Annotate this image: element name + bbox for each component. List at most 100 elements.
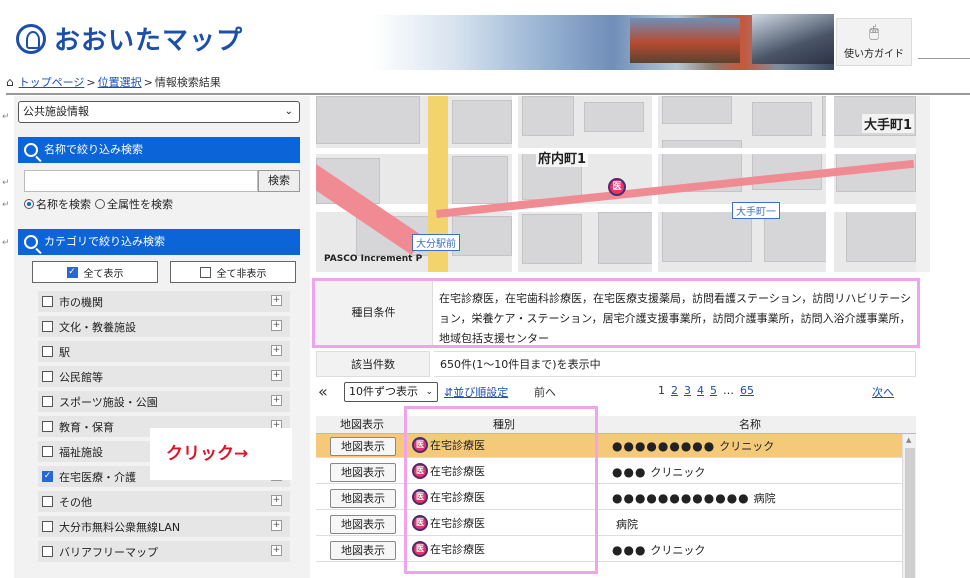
checkbox-icon[interactable] — [42, 496, 53, 507]
search-icon — [24, 235, 38, 249]
expand-plus-icon[interactable]: + — [271, 345, 282, 356]
search-icon — [24, 143, 38, 157]
expand-plus-icon[interactable]: + — [271, 320, 282, 331]
click-callout: クリック→ — [150, 428, 292, 480]
name-redacted: ●●●●●●●●●●●● — [612, 491, 750, 505]
category-search-header: カテゴリで絞り込み検索 — [18, 229, 300, 255]
first-page-icon[interactable]: « — [318, 382, 328, 401]
checkbox-icon[interactable] — [42, 321, 53, 332]
name-search-header: 名称で絞り込み検索 — [18, 137, 300, 163]
per-page-value: 10件ずつ表示 — [349, 385, 418, 398]
show-all-label: 全て表示 — [83, 268, 124, 280]
name-cell: ●●●●●●●●●●●● 病院 — [612, 490, 776, 506]
checkbox-icon: ✓ — [66, 266, 78, 278]
name-search-input[interactable] — [24, 170, 258, 192]
category-item[interactable]: バリアフリーマップ + — [38, 541, 290, 562]
show-on-map-button[interactable]: 地図表示 — [330, 515, 396, 534]
facility-type-select[interactable]: 公共施設情報 ⌄ — [18, 101, 300, 123]
show-all-button[interactable]: ✓ 全て表示 — [32, 261, 158, 283]
site-header: おおいたマップ 🖱 使い方ガイド — [0, 0, 970, 72]
banner-temple-photo — [630, 18, 740, 63]
guide-button[interactable]: 🖱 使い方ガイド — [836, 18, 912, 66]
checkbox-icon[interactable] — [42, 346, 53, 357]
expand-plus-icon[interactable]: + — [271, 370, 282, 381]
breadcrumb-location-link[interactable]: 位置選択 — [98, 74, 142, 90]
name-suffix: クリニック — [650, 466, 706, 479]
hits-label: 該当件数 — [316, 351, 430, 377]
category-item[interactable]: 市の機関 + — [38, 291, 290, 312]
map-scrollbar[interactable] — [916, 96, 930, 272]
breadcrumb: ⌂ トップページ > 位置選択 > 情報検索結果 — [6, 74, 221, 90]
expand-plus-icon[interactable]: + — [271, 545, 282, 556]
conditions-label: 種目条件 — [315, 281, 433, 345]
name-suffix: クリニック — [650, 544, 706, 557]
category-item[interactable]: 駅 + — [38, 341, 290, 362]
name-cell: 病院 — [612, 516, 638, 532]
search-button[interactable]: 検索 — [258, 170, 300, 192]
category-item[interactable]: 大分市無料公衆無線LAN + — [38, 516, 290, 537]
checkbox-icon[interactable] — [42, 421, 53, 432]
checkbox-icon[interactable] — [42, 521, 53, 532]
category-label: その他 — [59, 495, 92, 509]
checkbox-icon[interactable] — [42, 396, 53, 407]
page-number-link[interactable]: 3 — [684, 384, 691, 397]
page-number-link[interactable]: 4 — [697, 384, 704, 397]
page-number-link[interactable]: 65 — [740, 384, 754, 397]
search-mode-radios: 名称を検索 全属性を検索 — [24, 196, 173, 212]
category-label: バリアフリーマップ — [59, 545, 158, 559]
chevron-down-icon: ⌄ — [284, 106, 293, 117]
expand-plus-icon[interactable]: + — [271, 395, 282, 406]
map-label-funaimachi: 府内町1 — [536, 148, 589, 167]
checkbox-icon[interactable] — [42, 296, 53, 307]
category-item[interactable]: その他 + — [38, 491, 290, 512]
checkbox-icon[interactable]: ✓ — [42, 471, 53, 482]
home-icon: ⌂ — [6, 75, 14, 89]
scroll-up-icon[interactable]: ▲ — [906, 436, 911, 444]
checkbox-icon[interactable] — [42, 446, 53, 457]
show-on-map-button[interactable]: 地図表示 — [330, 463, 396, 482]
guide-label: 使い方ガイド — [844, 49, 904, 60]
name-redacted: ●●● — [612, 543, 647, 557]
name-cell: ●●● クリニック — [612, 542, 705, 558]
scroll-thumb[interactable] — [905, 448, 915, 578]
per-page-select[interactable]: 10件ずつ表示 ⌄ — [344, 382, 438, 402]
medical-marker-icon[interactable]: 医 — [608, 178, 626, 196]
radio-all-attributes[interactable] — [95, 199, 105, 209]
category-search-title: カテゴリで絞り込み検索 — [44, 235, 165, 248]
map-tag-oita-ekimae: 大分駅前 — [412, 234, 460, 251]
chevron-down-icon: ⌄ — [425, 387, 433, 397]
show-on-map-button[interactable]: 地図表示 — [330, 541, 396, 560]
radio-name-label: 名称を検索 — [36, 198, 91, 211]
category-item[interactable]: スポーツ施設・公園 + — [38, 391, 290, 412]
breadcrumb-divider — [6, 93, 970, 95]
mouse-icon: 🖱 — [869, 22, 879, 41]
sort-order-link[interactable]: ⇵並び順設定 — [444, 384, 508, 400]
page-number-link[interactable]: 2 — [671, 384, 678, 397]
show-on-map-button[interactable]: 地図表示 — [330, 489, 396, 508]
show-on-map-button[interactable]: 地図表示 — [330, 437, 396, 456]
checkbox-icon[interactable] — [42, 371, 53, 382]
next-page-link[interactable]: 次へ — [872, 384, 894, 400]
table-scrollbar[interactable]: ▲ — [902, 434, 916, 578]
map-view[interactable]: 府内町1 大手町1 大手町一 大分駅前 医 PASCO Increment P — [316, 96, 916, 272]
expand-plus-icon[interactable]: + — [271, 295, 282, 306]
conditions-box: 種目条件 在宅診療医，在宅歯科診療医，在宅医療支援薬局，訪問看護ステーション，訪… — [312, 278, 920, 348]
radio-name-search[interactable] — [24, 199, 34, 209]
return-mark: ↵ — [2, 112, 10, 122]
expand-plus-icon[interactable]: + — [271, 520, 282, 531]
category-label: 在宅医療・介護 — [59, 470, 136, 484]
page-ellipsis: … — [723, 384, 734, 397]
name-redacted: ●●● — [612, 465, 647, 479]
map-credit: PASCO Increment P — [324, 254, 423, 264]
checkbox-icon[interactable] — [42, 546, 53, 557]
kind-column-highlight — [404, 406, 598, 574]
site-logo[interactable]: おおいたマップ — [16, 20, 243, 57]
breadcrumb-top-link[interactable]: トップページ — [19, 74, 85, 90]
category-item[interactable]: 文化・教養施設 + — [38, 316, 290, 337]
hide-all-button[interactable]: 全て非表示 — [170, 261, 296, 283]
page-number-link[interactable]: 5 — [710, 384, 717, 397]
col-header-map: 地図表示 — [340, 418, 384, 431]
category-item[interactable]: 公民館等 + — [38, 366, 290, 387]
name-suffix: 病院 — [616, 518, 638, 531]
expand-plus-icon[interactable]: + — [271, 495, 282, 506]
